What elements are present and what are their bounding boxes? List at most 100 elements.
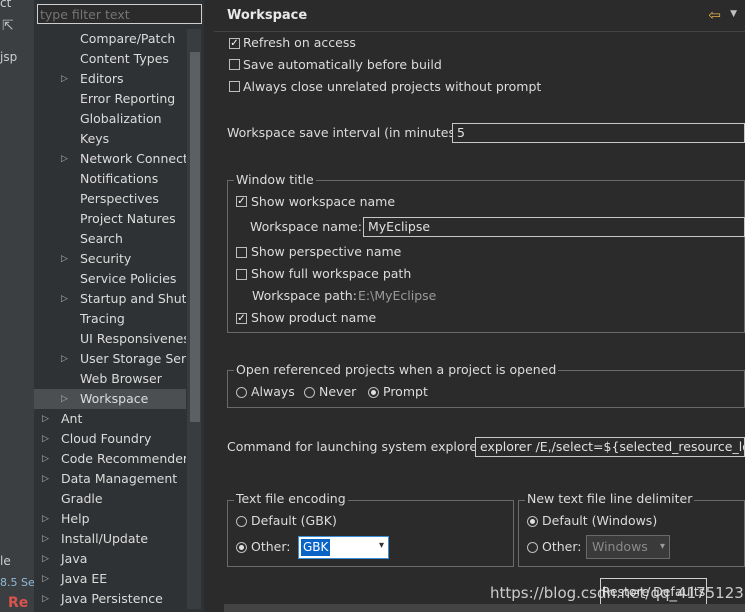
delimiter-default-label: Default (Windows) [542, 513, 658, 528]
chevron-down-icon[interactable]: ▾ [379, 540, 384, 551]
open-always-radio[interactable] [236, 387, 247, 398]
tree-item[interactable]: Web Browser [34, 369, 186, 389]
save-interval-label: Workspace save interval (in minutes): [227, 125, 465, 140]
back-arrow-icon[interactable]: ⇦ [708, 6, 721, 24]
tree-item[interactable]: ▷ Editors [34, 69, 186, 89]
show-perspective-name-checkbox[interactable] [236, 247, 247, 258]
tree-item[interactable]: ▷ Security [34, 249, 186, 269]
tree-item-label: Help [61, 511, 90, 526]
expand-arrow-icon[interactable]: ▷ [61, 349, 68, 369]
filter-input[interactable] [37, 4, 202, 24]
preferences-tree: Compare/Patch Content Types ▷ Editors Error … [34, 29, 186, 609]
tree-item[interactable]: ▷ Data Management [34, 469, 186, 489]
show-workspace-name-checkbox[interactable]: ✓ [236, 196, 247, 207]
tree-item[interactable]: ▷ Cloud Foundry [34, 429, 186, 449]
tree-item-label: User Storage Service [80, 351, 186, 366]
save-interval-input[interactable]: 5 [452, 123, 745, 143]
expand-arrow-icon[interactable]: ▷ [42, 569, 49, 589]
tree-scrollbar-thumb[interactable] [190, 52, 200, 422]
tree-item[interactable]: ▷ Java EE [34, 569, 186, 589]
workspace-page: Workspace ⇦ ▼ ✓ Refresh on access Save a… [214, 0, 745, 612]
tree-item[interactable]: ▷ Startup and Shutdown [34, 289, 186, 309]
show-product-name-checkbox[interactable]: ✓ [236, 313, 247, 324]
tree-item[interactable]: ▷ Help [34, 509, 186, 529]
close-unrelated-checkbox[interactable] [229, 81, 240, 92]
tree-item[interactable]: Perspectives [34, 189, 186, 209]
tree-item-label: Java EE [61, 571, 108, 586]
expand-arrow-icon[interactable]: ▷ [61, 69, 68, 89]
expand-arrow-icon[interactable]: ▷ [42, 549, 49, 569]
tree-item[interactable]: Content Types [34, 49, 186, 69]
tree-item[interactable]: ▷ Install/Update [34, 529, 186, 549]
expand-arrow-icon[interactable]: ▷ [61, 149, 68, 169]
tree-item[interactable]: ▷ Network Connections [34, 149, 186, 169]
tree-item[interactable]: Tracing [34, 309, 186, 329]
page-title: Workspace [227, 8, 308, 23]
page-horizontal-scrollbar[interactable] [224, 604, 745, 612]
tree-item-label: Tracing [80, 311, 125, 326]
tree-item-label: Install/Update [61, 531, 149, 546]
tree-item[interactable]: Compare/Patch [34, 29, 186, 49]
tree-item-label: Network Connections [80, 151, 186, 166]
expand-arrow-icon[interactable]: ▷ [61, 249, 68, 269]
tree-item[interactable]: ▷ Ant [34, 409, 186, 429]
expand-arrow-icon[interactable]: ▷ [42, 469, 49, 489]
tree-item[interactable]: UI Responsiveness [34, 329, 186, 349]
view-menu-icon[interactable]: ▼ [730, 9, 737, 19]
tree-item-label: Cloud Foundry [61, 431, 152, 446]
tree-item[interactable]: ▷ Workspace [34, 389, 186, 409]
expand-arrow-icon[interactable]: ▷ [42, 409, 49, 429]
edge-tool-icon[interactable]: ⇱ [2, 18, 14, 34]
edge-bottom-text3: Re [8, 595, 29, 611]
explorer-command-input[interactable]: explorer /E,/select=${selected_resource_… [475, 437, 745, 457]
delimiter-other-radio[interactable] [527, 542, 538, 553]
tree-item[interactable]: ▷ Java [34, 549, 186, 569]
workspace-path-value: E:\MyEclipse [358, 288, 437, 303]
expand-arrow-icon[interactable]: ▷ [61, 289, 68, 309]
tree-item[interactable]: ▷ Java Persistence [34, 589, 186, 609]
edge-bottom-text2: 8.5 Se [0, 576, 34, 589]
delimiter-combo[interactable]: Windows ▾ [586, 535, 670, 559]
window-title-legend: Window title [234, 172, 316, 187]
expand-arrow-icon[interactable]: ▷ [42, 509, 49, 529]
tree-item[interactable]: ▷ Code Recommenders [34, 449, 186, 469]
text-encoding-legend: Text file encoding [234, 491, 348, 506]
show-full-path-checkbox[interactable] [236, 269, 247, 280]
tree-item[interactable]: Project Natures [34, 209, 186, 229]
delimiter-default-radio[interactable] [527, 516, 538, 527]
workspace-name-input[interactable]: MyEclipse [363, 217, 745, 237]
edge-jsp-tab[interactable]: jsp [0, 50, 17, 64]
expand-arrow-icon[interactable]: ▷ [42, 529, 49, 549]
tree-item-label: Search [80, 231, 123, 246]
close-unrelated-label: Always close unrelated projects without … [243, 79, 542, 94]
encoding-combo[interactable]: GBK ▾ [298, 536, 389, 559]
tree-item[interactable]: Search [34, 229, 186, 249]
watermark-text: https://blog.csdn.net/qq_41751237 [490, 584, 745, 602]
tree-item-label: Keys [80, 131, 110, 146]
tree-item[interactable]: ▷ User Storage Service [34, 349, 186, 369]
expand-arrow-icon[interactable]: ▷ [42, 449, 49, 469]
tree-item-label: Content Types [80, 51, 169, 66]
open-never-radio[interactable] [304, 387, 315, 398]
tree-item[interactable]: Globalization [34, 109, 186, 129]
expand-arrow-icon[interactable]: ▷ [42, 429, 49, 449]
save-before-build-checkbox[interactable] [229, 59, 240, 70]
open-referenced-legend: Open referenced projects when a project … [234, 362, 559, 377]
encoding-other-radio[interactable] [236, 542, 247, 553]
tree-item-label: Startup and Shutdown [80, 291, 186, 306]
tree-item[interactable]: Keys [34, 129, 186, 149]
tree-item[interactable]: Error Reporting [34, 89, 186, 109]
expand-arrow-icon[interactable]: ▷ [61, 389, 68, 409]
tree-item-label: Data Management [61, 471, 178, 486]
tree-item[interactable]: Service Policies [34, 269, 186, 289]
line-delimiter-legend: New text file line delimiter [525, 491, 695, 506]
chevron-down-icon[interactable]: ▾ [660, 536, 665, 558]
refresh-on-access-checkbox[interactable]: ✓ [229, 38, 240, 49]
tree-item[interactable]: Notifications [34, 169, 186, 189]
tree-item-label: Security [80, 251, 132, 266]
encoding-default-radio[interactable] [236, 516, 247, 527]
expand-arrow-icon[interactable]: ▷ [42, 589, 49, 609]
open-prompt-radio[interactable] [368, 387, 379, 398]
encoding-combo-value: GBK [301, 539, 331, 556]
tree-item[interactable]: Gradle [34, 489, 186, 509]
